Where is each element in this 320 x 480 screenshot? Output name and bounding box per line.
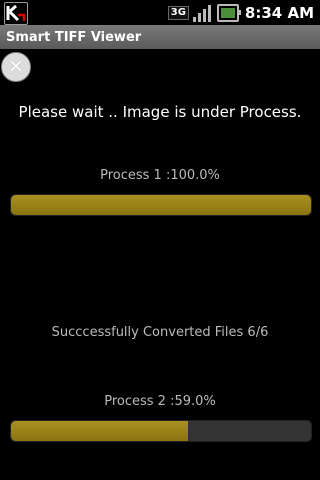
signal-icon <box>192 4 213 22</box>
process-1-progress-fill <box>11 195 311 215</box>
process-2-label: Process 2 :59.0% <box>104 394 216 409</box>
app-title: Smart TIFF Viewer <box>6 29 142 45</box>
title-bar: Smart TIFF Viewer <box>0 25 320 49</box>
close-button[interactable]: ✕ <box>1 52 31 82</box>
process-2-progress-bar <box>10 420 312 442</box>
processing-message: Please wait .. Image is under Process. <box>18 103 302 121</box>
status-icons: 3G 8:34 AM <box>167 0 314 25</box>
process-1-label: Process 1 :100.0% <box>100 168 220 183</box>
clock: 8:34 AM <box>244 3 314 22</box>
app-notification-icon <box>4 2 28 25</box>
process-2-progress-fill <box>11 421 188 441</box>
conversion-summary: Succcessfully Converted Files 6/6 <box>51 325 269 340</box>
process-1-progress-bar <box>10 194 312 216</box>
3g-icon: 3G <box>167 5 189 20</box>
battery-icon <box>216 3 241 22</box>
close-icon: ✕ <box>8 55 24 78</box>
status-bar: 3G 8:34 AM <box>0 0 320 25</box>
